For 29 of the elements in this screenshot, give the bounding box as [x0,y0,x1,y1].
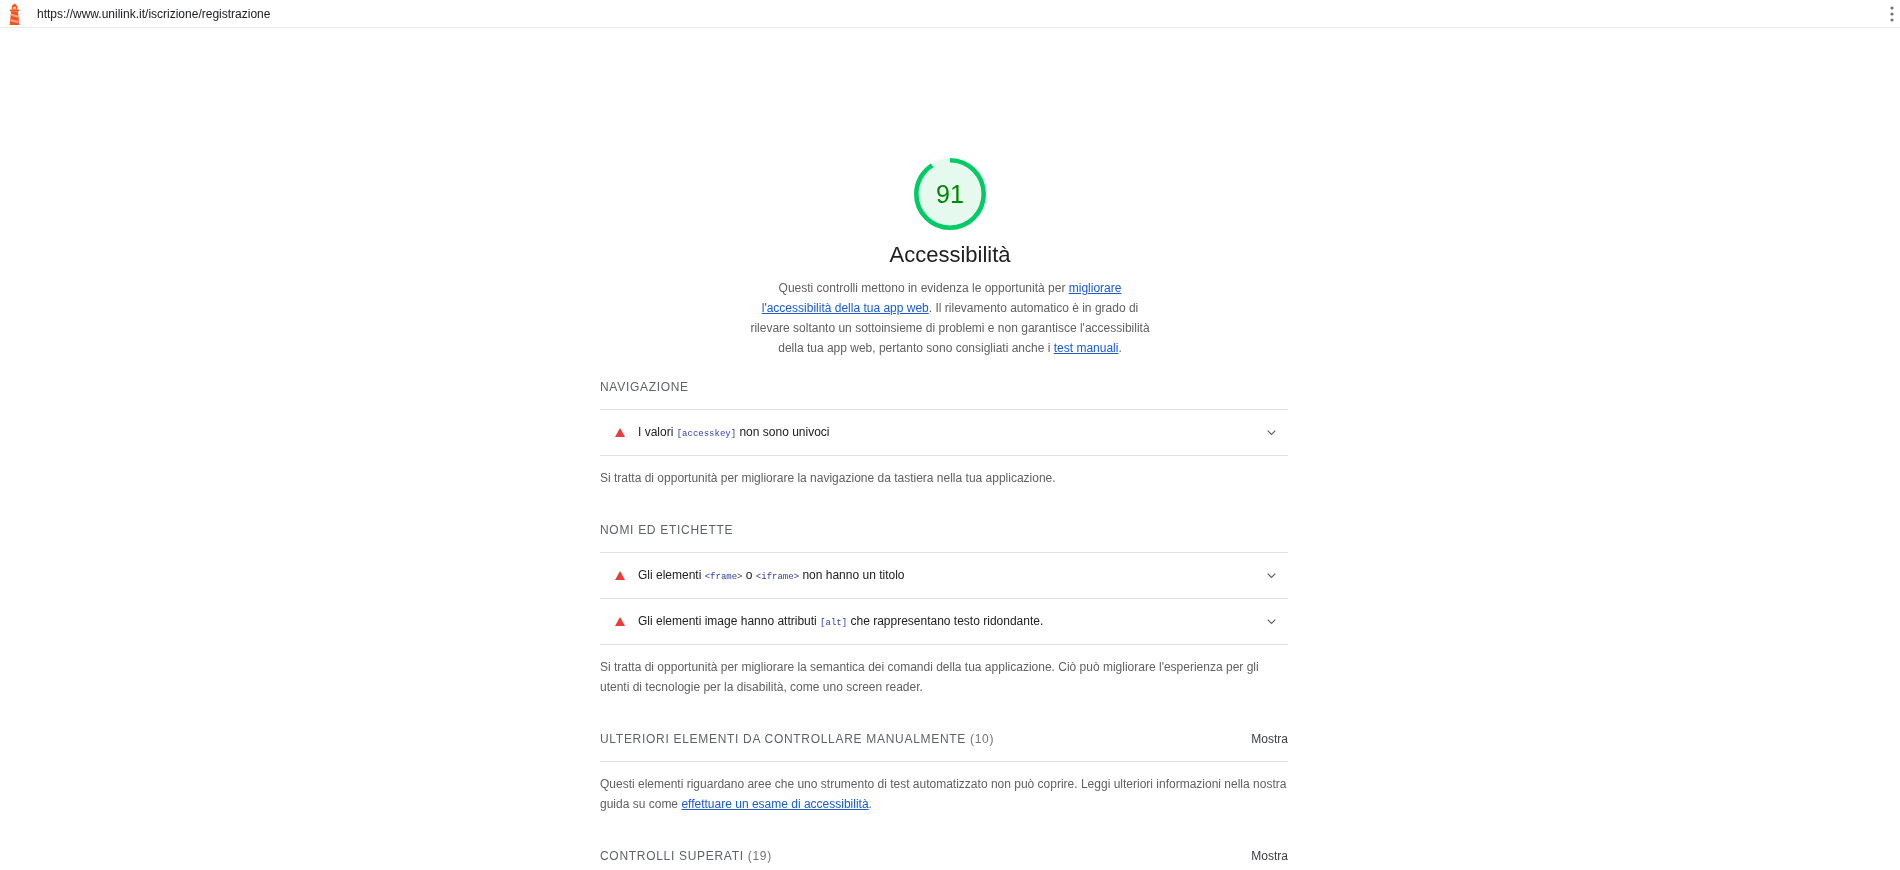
group-description: Si tratta di opportunità per migliorare la navigazione da tastiera nella tua applicazione. [600,470,1057,487]
group-description: Si tratta di opportunità per migliorare la semantica dei comandi della tua applicazione. Ciò può migliorare l'esperienza per gli utenti di tecnologie per la disabilità, come uno screen reader. [600,659,1260,696]
category-description: Questi controlli mettono in evidenza le opportunità per migliorare l'accessibilità della tua app web. Il rilevamento automatico è in grado di rilevare soltanto un sottoinsieme di problemi e non garantisce l'accessibilità della tua app web, pertanto sono consigliati anche i test manuali. [749,280,1151,357]
show-toggle[interactable]: Mostra [1251,846,1288,866]
audit-row[interactable]: Gli elementi image hanno attributi [alt] che rappresentano testo ridondante. [600,599,1288,645]
audit-row[interactable]: I valori [accesskey] non sono univoci [600,410,1288,456]
group-title: NOMI ED ETICHETTE [600,522,734,539]
text-link[interactable]: l'accessibilità della tua app web [761,301,929,315]
group-title: ULTERIORI ELEMENTI DA CONTROLLARE MANUALMENTE [600,731,966,748]
lighthouse-icon [8,2,21,25]
url-text: https://www.unilink.it/iscrizione/registrazione [37,6,271,21]
text-link[interactable]: migliorare [1068,281,1122,295]
text-link[interactable]: effettuare un esame di accessibilità [681,797,869,811]
group-title: CONTROLLI SUPERATI [600,848,744,865]
audit-count: (10) [970,731,995,748]
group-description: Questi elementi riguardano aree che uno strumento di test automatizzato non può coprire. Leggi ulteriori informazioni nella nostra guida su come effettuare un esame di accessibilità. [600,776,1288,813]
show-toggle[interactable]: Mostra [1251,729,1288,749]
audit-title: Gli elementi <frame> o <iframe> non hanno un titolo [638,566,905,584]
triangle-icon [615,617,625,626]
score-value: 91 [936,181,964,207]
triangle-icon [615,571,625,580]
audit-title: I valori [accesskey] non sono univoci [638,423,830,441]
category-title: Accessibilità [889,241,1011,269]
audit-title: Gli elementi image hanno attributi [alt] che rappresentano testo ridondante. [638,612,1044,630]
triangle-icon [615,428,625,437]
audit-row[interactable]: Gli elementi <frame> o <iframe> non hanno un titolo [600,553,1288,599]
audit-count: (19) [747,848,772,865]
group-title: NAVIGAZIONE [600,379,689,396]
more-options-icon[interactable] [1890,5,1894,22]
